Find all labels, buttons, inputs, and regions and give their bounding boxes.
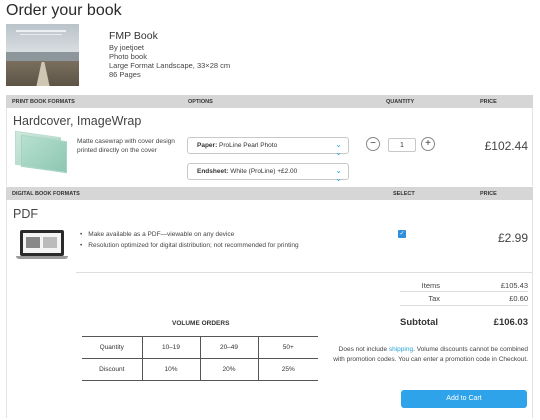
- hardcover-description: Matte casewrap with cover design printed…: [77, 138, 175, 154]
- volume-orders-table: Quantity 10–19 20–49 50+ Discount 10% 20…: [82, 336, 318, 381]
- book-author: By joetjoet: [109, 43, 145, 52]
- pdf-feature-list: Make available as a PDF—viewable on any …: [76, 229, 299, 251]
- hardcover-image: [15, 130, 70, 174]
- quantity-input[interactable]: [388, 138, 416, 152]
- divider: [400, 291, 528, 292]
- endsheet-value: White (ProLine) +£2.00: [230, 168, 298, 175]
- digital-format-title: PDF: [13, 207, 38, 221]
- paper-value: ProLine Pearl Photo: [219, 142, 278, 149]
- note-text: Does not include: [338, 346, 389, 353]
- table-cell: 25%: [258, 358, 318, 381]
- items-value: £105.43: [500, 281, 528, 290]
- book-name: FMP Book: [109, 30, 158, 42]
- book-format: Large Format Landscape, 33×28 cm: [109, 61, 231, 70]
- page-title: Order your book: [6, 2, 122, 19]
- select-heading: SELECT: [393, 191, 415, 197]
- options-heading: OPTIONS: [188, 99, 213, 105]
- book-type: Photo book: [109, 52, 147, 61]
- list-item: Make available as a PDF—viewable on any …: [76, 229, 299, 240]
- check-icon: ✓: [399, 231, 405, 237]
- items-label: Items: [421, 281, 440, 290]
- book-pages: 86 Pages: [109, 70, 141, 79]
- print-formats-header: PRINT BOOK FORMATS OPTIONS QUANTITY PRIC…: [6, 95, 533, 108]
- table-cell: Quantity: [82, 336, 143, 359]
- table-cell: 10%: [142, 358, 201, 381]
- digital-format-price: £2.99: [497, 231, 528, 245]
- price-heading: PRICE: [480, 99, 497, 105]
- print-formats-heading: PRINT BOOK FORMATS: [12, 99, 75, 105]
- book-info: FMP Book By joetjoet Photo book Large Fo…: [109, 30, 230, 79]
- endsheet-label: Endsheet:: [197, 168, 229, 175]
- paper-label: Paper:: [197, 142, 218, 149]
- table-cell: 20%: [200, 358, 259, 381]
- table-row: Discount 10% 20% 25%: [82, 358, 318, 381]
- table-cell: Discount: [82, 358, 143, 381]
- tax-label: Tax: [428, 294, 440, 303]
- subtotal-label: Subtotal: [400, 317, 438, 328]
- quantity-decrease-button[interactable]: −: [366, 137, 380, 151]
- double-chevron-down-icon: ⌄ ⌄: [335, 166, 342, 183]
- double-chevron-down-icon: ⌄ ⌄: [335, 140, 342, 157]
- paper-select[interactable]: Paper: ProLine Pearl Photo ⌄ ⌄: [187, 137, 349, 157]
- quantity-heading: QUANTITY: [386, 99, 415, 105]
- print-format-price: £102.44: [484, 139, 528, 153]
- book-cover-thumbnail: [6, 24, 79, 86]
- shipping-link[interactable]: shipping: [389, 346, 413, 353]
- volume-orders-title: VOLUME ORDERS: [172, 320, 230, 327]
- table-cell: 20–49: [200, 336, 259, 359]
- add-to-cart-button[interactable]: Add to Cart: [401, 390, 527, 408]
- table-cell: 50+: [258, 336, 318, 359]
- print-format-title: Hardcover, ImageWrap: [13, 114, 142, 128]
- shipping-note: Does not include shipping. Volume discou…: [332, 345, 528, 365]
- tax-value: £0.60: [509, 294, 528, 303]
- pdf-select-checkbox[interactable]: ✓: [398, 230, 406, 238]
- laptop-image: [16, 230, 68, 260]
- endsheet-select[interactable]: Endsheet: White (ProLine) +£2.00 ⌄ ⌄: [187, 163, 349, 183]
- table-cell: 10–19: [142, 336, 201, 359]
- price-heading: PRICE: [480, 191, 497, 197]
- digital-formats-header: DIGITAL BOOK FORMATS SELECT PRICE: [6, 187, 533, 200]
- divider: [76, 272, 532, 273]
- table-row: Quantity 10–19 20–49 50+: [82, 336, 318, 359]
- divider: [400, 305, 528, 306]
- subtotal-value: £106.03: [493, 317, 528, 328]
- digital-formats-heading: DIGITAL BOOK FORMATS: [12, 191, 80, 197]
- quantity-increase-button[interactable]: +: [421, 137, 435, 151]
- list-item: Resolution optimized for digital distrib…: [76, 240, 298, 251]
